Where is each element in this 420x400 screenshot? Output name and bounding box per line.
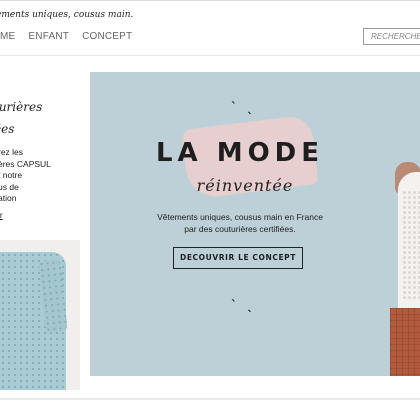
top-divider: [0, 0, 420, 1]
sidebar-text-line: ères CAPSUL: [0, 158, 51, 169]
main-nav: ME ENFANT CONCEPT: [0, 31, 132, 42]
sidebar-heading-line: turières: [0, 100, 43, 114]
model-skirt-image: [390, 308, 420, 376]
hero-subtitle: Vêtements uniques, cousus main en France…: [130, 211, 350, 235]
quote-mark-top: ˋ ˎ: [231, 100, 257, 114]
quote-mark-bottom: ˋ ˎ: [231, 298, 257, 312]
product-photo[interactable]: [0, 240, 80, 390]
sidebar-text-line: rez les: [0, 147, 24, 157]
sidebar-text: rez les ères CAPSUL t notre us de ation: [0, 147, 51, 205]
search-input[interactable]: RECHERCHE: [363, 28, 420, 45]
sidebar-link[interactable]: ir: [0, 210, 3, 220]
sidebar-text-line: ation: [0, 193, 17, 203]
nav-item-concept[interactable]: CONCEPT: [82, 31, 132, 42]
nav-item-home[interactable]: ME: [0, 31, 15, 42]
nav-item-enfant[interactable]: ENFANT: [28, 31, 69, 42]
nav-divider: [0, 55, 420, 56]
discover-concept-button[interactable]: DECOUVRIR LE CONCEPT: [173, 247, 303, 269]
hero-banner: ˋ ˎ LA MODE réinventée Vêtements uniques…: [90, 72, 420, 376]
site-tagline: ements uniques, cousus main.: [0, 10, 134, 20]
sidebar-text-line: us de: [0, 181, 19, 192]
model-lace-pattern: [402, 190, 420, 300]
hero-script: réinventée: [196, 176, 294, 195]
sidebar-text-line: t notre: [0, 170, 23, 180]
hero-subtitle-line: Vêtements uniques, cousus main en France: [157, 212, 323, 222]
sidebar-heading-line: ées: [0, 122, 15, 136]
hero-subtitle-line: par des couturières certifiées.: [184, 224, 296, 234]
hero-title: LA MODE: [155, 138, 325, 168]
sidebar-heading: turières ées: [0, 96, 42, 140]
